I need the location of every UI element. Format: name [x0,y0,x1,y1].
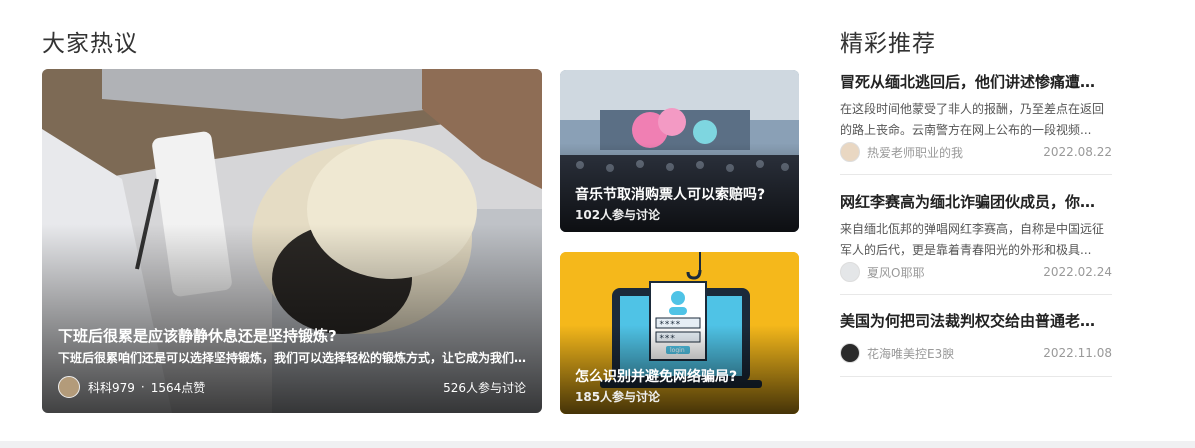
recommend-description: 来自缅北佤邦的弹唱网红李赛高，自称是中国远征军人的后代，更是靠着青春阳光的外形和… [840,222,1105,257]
recommend-date: 2022.11.08 [1043,346,1112,360]
featured-description: 下班后很累咱们还是可以选择坚持锻炼，我们可以选择轻松的锻炼方式，让它成为我们… [58,351,527,365]
recommend-item[interactable]: 网红李赛高为缅北诈骗团伙成员，你… 来自缅北佤邦的弹唱网红李赛高，自称是中国远征… [840,191,1112,295]
separator: · [140,380,145,394]
recommend-author[interactable]: 花海唯美控E3腴 [867,345,954,362]
avatar[interactable] [840,142,860,162]
recommend-meta: 热爱老师职业的我 2022.08.22 [840,141,1112,163]
recommend-meta: 花海唯美控E3腴 2022.11.08 [840,342,1112,364]
card-title[interactable]: 怎么识别并避免网络骗局? [575,366,787,386]
card-discussion-count: 102人参与讨论 [575,208,661,222]
recommend-author[interactable]: 夏风O耶耶 [867,264,924,281]
card-title[interactable]: 音乐节取消购票人可以索赔吗? [575,184,787,204]
featured-meta: 科科979 · 1564点赞 526人参与讨论 [58,375,526,399]
discussion-card-online-scam[interactable]: **** *** login 怎么识别并避免网络骗局? 185人参与讨论 [560,252,799,414]
recommend-date: 2022.08.22 [1043,145,1112,159]
featured-likes: 1564点赞 [150,380,206,395]
recommend-meta: 夏风O耶耶 2022.02.24 [840,261,1112,283]
featured-discussion-count: 526人参与讨论 [443,380,526,395]
recommend-title[interactable]: 美国为何把司法裁判权交给由普通老… [840,310,1112,332]
recommend-item[interactable]: 美国为何把司法裁判权交给由普通老… 花海唯美控E3腴 2022.11.08 [840,310,1112,377]
recommend-title[interactable]: 网红李赛高为缅北诈骗团伙成员，你… [840,191,1112,213]
section-title-recommend: 精彩推荐 [840,31,936,57]
recommend-date: 2022.02.24 [1043,265,1112,279]
footer-divider [0,441,1195,448]
recommend-title[interactable]: 冒死从缅北逃回后，他们讲述惨痛遭… [840,71,1112,93]
avatar[interactable] [840,343,860,363]
avatar[interactable] [840,262,860,282]
featured-author[interactable]: 科科979 [88,379,135,396]
card-discussion-count: 185人参与讨论 [575,390,661,404]
avatar[interactable] [58,376,80,398]
discussion-card-music-festival[interactable]: 音乐节取消购票人可以索赔吗? 102人参与讨论 [560,70,799,232]
section-title-hot-discussion: 大家热议 [42,31,138,57]
recommend-author[interactable]: 热爱老师职业的我 [867,144,963,161]
recommend-description: 在这段时间他蒙受了非人的报酬，乃至差点在返回的路上丧命。云南警方在网上公布的一段… [840,102,1105,137]
featured-discussion-card[interactable]: 下班后很累是应该静静休息还是坚持锻炼? 下班后很累咱们还是可以选择坚持锻炼，我们… [42,69,542,413]
recommend-item[interactable]: 冒死从缅北逃回后，他们讲述惨痛遭… 在这段时间他蒙受了非人的报酬，乃至差点在返回… [840,71,1112,175]
featured-title[interactable]: 下班后很累是应该静静休息还是坚持锻炼? [58,325,526,346]
